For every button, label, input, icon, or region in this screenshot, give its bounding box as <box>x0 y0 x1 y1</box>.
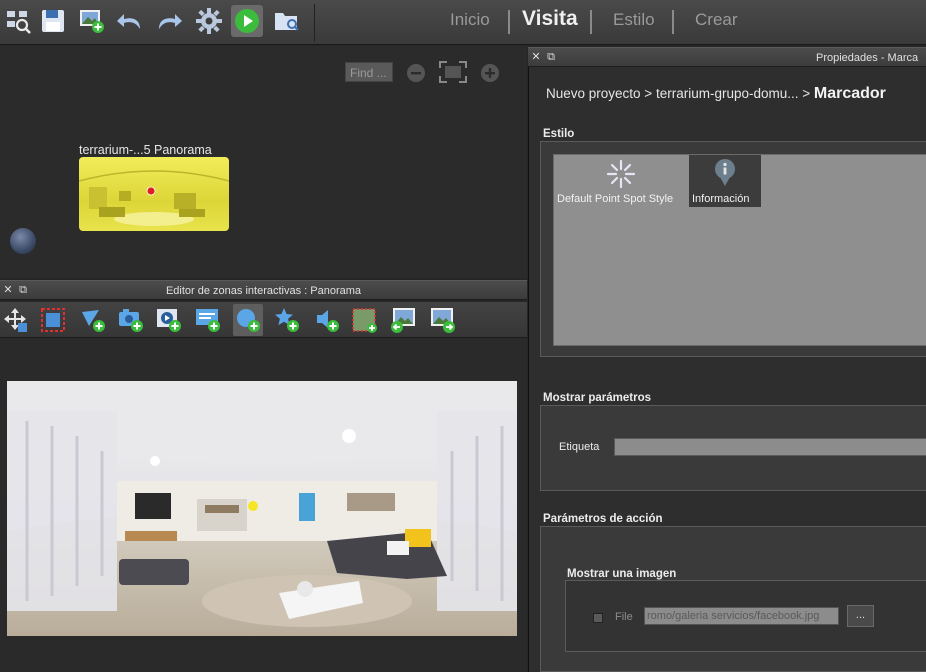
undock-icon[interactable]: ⧉ <box>545 51 557 63</box>
add-video-spot-icon[interactable] <box>154 304 184 336</box>
redo-icon[interactable] <box>153 5 185 37</box>
style-section: Default Point Spot Style Información <box>540 141 926 357</box>
nav-inicio[interactable]: Inicio <box>450 10 490 30</box>
browse-folder-icon[interactable] <box>271 5 303 37</box>
hotspot-toolbar <box>0 302 527 338</box>
hotspot-editor-title: Editor de zonas interactivas : Panorama <box>165 285 362 297</box>
nav-separator <box>590 10 592 34</box>
style-item-informacion[interactable]: Información <box>689 155 761 207</box>
file-label: File <box>615 611 633 623</box>
image-group: File romo/galeria servicios/facebook.jpg… <box>565 580 926 652</box>
nav-crear[interactable]: Crear <box>695 10 738 30</box>
style-list: Default Point Spot Style Información <box>553 154 926 346</box>
style-item-default[interactable]: Default Point Spot Style <box>554 155 688 207</box>
style-item-label: Información <box>692 193 750 205</box>
panorama-image[interactable] <box>7 381 517 636</box>
style-section-label: Estilo <box>543 128 575 140</box>
hotspot-editor-canvas[interactable] <box>0 338 527 672</box>
properties-title: Propiedades - Marca <box>816 52 919 64</box>
fit-view-icon[interactable] <box>439 61 467 88</box>
display-section-label: Mostrar parámetros <box>543 392 652 404</box>
add-image-left-icon[interactable] <box>388 304 418 336</box>
point-spot-icon <box>606 159 636 189</box>
undo-icon[interactable] <box>114 5 146 37</box>
nav-separator <box>672 10 674 34</box>
add-point-spot-icon[interactable] <box>78 304 108 336</box>
zoom-out-icon[interactable] <box>406 63 426 88</box>
display-section: Etiqueta <box>540 405 926 491</box>
find-input[interactable]: Find ... <box>345 62 393 82</box>
nav-visita[interactable]: Visita <box>522 7 578 31</box>
file-checkbox[interactable] <box>593 613 603 623</box>
add-star-spot-icon[interactable] <box>272 304 302 336</box>
save-icon[interactable] <box>37 5 69 37</box>
label-field-label: Etiqueta <box>559 441 600 453</box>
add-magnifier-spot-icon[interactable] <box>233 304 263 336</box>
file-path-input[interactable]: romo/galeria servicios/facebook.jpg <box>644 607 839 625</box>
add-polygon-spot-icon[interactable] <box>349 304 379 336</box>
add-text-spot-icon[interactable] <box>193 304 223 336</box>
browse-button[interactable]: ... <box>847 605 874 627</box>
nav-separator <box>508 10 510 34</box>
label-input[interactable] <box>614 438 926 456</box>
toolbar-separator <box>314 4 315 42</box>
add-panorama-icon[interactable] <box>76 5 108 37</box>
add-photo-spot-icon[interactable] <box>116 304 146 336</box>
properties-panel: Nuevo proyecto > terrarium-grupo-domu...… <box>528 67 926 672</box>
add-sound-spot-icon[interactable] <box>312 304 342 336</box>
zoom-in-icon[interactable] <box>480 63 500 88</box>
main-toolbar: Inicio Visita Estilo Crear <box>0 0 926 45</box>
preview-play-icon[interactable] <box>231 5 263 37</box>
move-tool-icon[interactable] <box>0 304 30 336</box>
properties-titlebar: ✕ ⧉ Propiedades - Marca <box>528 47 926 67</box>
panorama-node-label: terrarium-...5 Panorama <box>79 143 212 157</box>
breadcrumb-current: Marcador <box>813 85 886 102</box>
select-area-icon[interactable] <box>38 304 68 336</box>
image-group-label: Mostrar una imagen <box>567 568 677 580</box>
hotspot-editor-titlebar: ✕ ⧉ Editor de zonas interactivas : Panor… <box>0 280 527 300</box>
nav-estilo[interactable]: Estilo <box>613 10 655 30</box>
close-icon[interactable]: ✕ <box>530 51 542 63</box>
tour-map-panel: Find ... terrarium-...5 Panorama <box>0 46 527 278</box>
style-item-label: Default Point Spot Style <box>557 193 674 205</box>
find-tour-icon[interactable] <box>2 5 34 37</box>
breadcrumb-path[interactable]: Nuevo proyecto > terrarium-grupo-domu...… <box>546 86 814 101</box>
add-image-right-icon[interactable] <box>428 304 458 336</box>
settings-gear-icon[interactable] <box>193 5 225 37</box>
panorama-node-thumbnail[interactable] <box>79 157 229 231</box>
action-section-label: Parámetros de acción <box>543 513 663 525</box>
globe-icon[interactable] <box>10 228 36 254</box>
action-section: Mostrar una imagen File romo/galeria ser… <box>540 526 926 672</box>
info-pin-icon <box>715 159 735 186</box>
breadcrumb: Nuevo proyecto > terrarium-grupo-domu...… <box>546 85 886 103</box>
